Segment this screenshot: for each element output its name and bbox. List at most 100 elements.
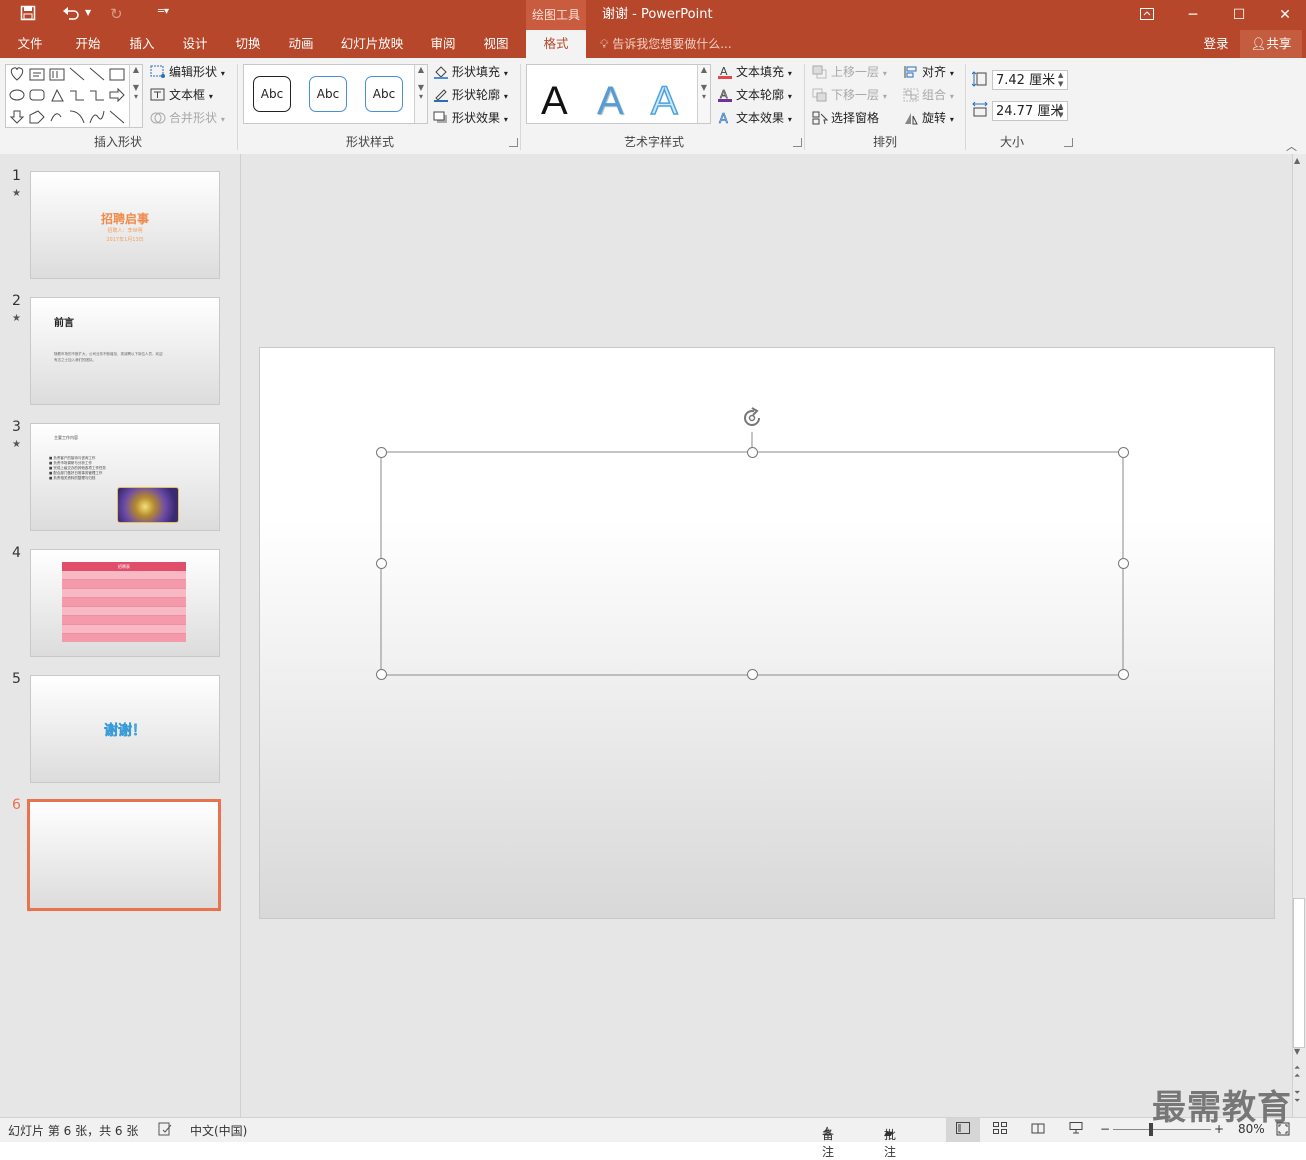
collapse-ribbon-icon[interactable]: ︿ xyxy=(1286,138,1297,154)
thumb-bullet-text: 负责市场调研与分析工作 xyxy=(53,461,92,465)
send-backward-button[interactable]: 下移一层 ▾ xyxy=(812,85,887,105)
spell-check-icon[interactable] xyxy=(158,1122,172,1139)
scroll-down-icon[interactable]: ▼ xyxy=(1294,1047,1300,1056)
align-button[interactable]: 对齐 ▾ xyxy=(903,62,954,82)
slide-thumbnail-6[interactable] xyxy=(27,799,221,911)
resize-handle-bottom[interactable] xyxy=(747,669,758,680)
tab-view[interactable]: 视图 xyxy=(474,30,518,58)
resize-handle-bottom-left[interactable] xyxy=(376,669,387,680)
reading-view-icon[interactable] xyxy=(1031,1122,1045,1137)
wordart-preset-1[interactable]: A xyxy=(541,79,568,123)
bring-forward-button[interactable]: 上移一层 ▾ xyxy=(812,62,887,82)
rotate-button[interactable]: 旋转 ▾ xyxy=(903,108,954,128)
selected-shape-outline[interactable] xyxy=(260,348,1274,918)
next-slide-icon[interactable]: ⏷ ⏷ xyxy=(1294,1089,1300,1105)
tab-format[interactable]: 格式 xyxy=(526,30,586,58)
redo-icon[interactable]: ↻ xyxy=(110,5,123,23)
rotate-handle-icon[interactable] xyxy=(740,406,764,430)
thumb-table-row xyxy=(62,589,186,598)
save-icon[interactable] xyxy=(20,5,36,25)
resize-handle-right[interactable] xyxy=(1118,558,1129,569)
language-status[interactable]: 中文(中国) xyxy=(190,1122,247,1139)
resize-handle-bottom-right[interactable] xyxy=(1118,669,1129,680)
slide-thumbnail-2[interactable]: 前言 随着市场的不断扩大，公司业务不断增加，现诚聘以下岗位人员，欢迎有志之士加入… xyxy=(30,297,220,405)
tab-file[interactable]: 文件 xyxy=(8,30,52,58)
bring-forward-label: 上移一层 xyxy=(831,65,880,79)
slide-thumbnail-4[interactable]: 招聘表 xyxy=(30,549,220,657)
slide-thumbnail-3[interactable]: 主要工作内容 ■ 负责客户的接待与咨询工作 ■ 负责市场调研与分析工作 ■ 完成… xyxy=(30,423,220,531)
resize-handle-left[interactable] xyxy=(376,558,387,569)
minimize-icon[interactable]: ─ xyxy=(1170,0,1216,30)
shape-styles-gallery[interactable]: Abc Abc Abc ▲ ▼ ▾ xyxy=(243,64,428,124)
shapes-gallery-scroll[interactable]: ▲ ▼ ▾ xyxy=(129,65,142,127)
shape-width-input[interactable]: 24.77 厘米 xyxy=(992,101,1068,121)
slide-thumbnail-5[interactable]: 谢谢！ xyxy=(30,675,220,783)
size-launcher-icon[interactable] xyxy=(1064,138,1073,147)
vertical-scroll-thumb[interactable] xyxy=(1293,898,1305,1048)
text-box-button[interactable]: 文本框 ▾ xyxy=(150,85,213,105)
previous-slide-icon[interactable]: ⏶ ⏶ xyxy=(1294,1064,1300,1080)
shape-style-preset-1[interactable]: Abc xyxy=(253,76,291,112)
thumb-table-title: 招聘表 xyxy=(62,562,186,571)
shape-height-spinner-icon[interactable]: ▲ ▼ xyxy=(1058,71,1063,89)
slide-sorter-icon[interactable] xyxy=(993,1122,1007,1137)
selection-pane-button[interactable]: 选择窗格 xyxy=(812,108,879,128)
shape-height-input[interactable]: 7.42 厘米 xyxy=(992,70,1068,90)
shape-outline-button[interactable]: 形状轮廓 ▾ xyxy=(433,85,508,105)
tab-design[interactable]: 设计 xyxy=(173,30,217,58)
shape-styles-launcher-icon[interactable] xyxy=(509,138,518,147)
pencil-icon xyxy=(433,88,449,102)
wordart-preset-2[interactable]: A xyxy=(597,79,624,123)
tab-animations[interactable]: 动画 xyxy=(279,30,323,58)
shape-fill-button[interactable]: 形状填充 ▾ xyxy=(433,62,508,82)
tab-slideshow[interactable]: 幻灯片放映 xyxy=(336,30,408,58)
shape-effects-button[interactable]: 形状效果 ▾ xyxy=(433,108,508,128)
scroll-up-icon[interactable]: ▲ xyxy=(1294,156,1300,165)
thumb-body: 随着市场的不断扩大，公司业务不断增加，现诚聘以下岗位人员，欢迎有志之士加入我们的… xyxy=(54,352,163,362)
merge-shapes-button[interactable]: 合并形状 ▾ xyxy=(150,108,225,128)
edit-shape-button[interactable]: 编辑形状 ▾ xyxy=(150,62,225,82)
slide-number: 1 xyxy=(12,168,21,184)
shape-width-spinner-icon[interactable]: ▲ ▼ xyxy=(1058,102,1063,120)
shape-styles-scroll[interactable]: ▲ ▼ ▾ xyxy=(414,65,427,123)
text-fill-button[interactable]: A 文本填充 ▾ xyxy=(717,62,792,82)
tab-transitions[interactable]: 切换 xyxy=(226,30,270,58)
share-button[interactable]: 👤︎共享 xyxy=(1240,30,1302,58)
group-button[interactable]: 组合 ▾ xyxy=(903,85,954,105)
signin-link[interactable]: 登录 xyxy=(1196,30,1236,58)
undo-icon[interactable] xyxy=(62,5,80,25)
tab-insert[interactable]: 插入 xyxy=(120,30,164,58)
tab-home[interactable]: 开始 xyxy=(66,30,110,58)
selection-pane-label: 选择窗格 xyxy=(831,111,880,125)
undo-dropdown-icon[interactable]: ▼ xyxy=(85,8,91,17)
resize-handle-top-left[interactable] xyxy=(376,447,387,458)
shape-fill-label: 形状填充 xyxy=(452,65,501,79)
slide-thumbnail-1[interactable]: 招聘启事 招聘人：李世明 2017年1月13日 xyxy=(30,171,220,279)
shape-style-preset-3[interactable]: Abc xyxy=(365,76,403,112)
maximize-icon[interactable]: ☐ xyxy=(1216,0,1262,30)
shape-style-preset-2[interactable]: Abc xyxy=(309,76,347,112)
zoom-slider-track[interactable] xyxy=(1113,1129,1211,1130)
resize-handle-top[interactable] xyxy=(747,447,758,458)
shapes-gallery[interactable]: ▲ ▼ ▾ xyxy=(5,64,143,128)
slide-number: 6 xyxy=(12,797,21,813)
shape-outline-label: 形状轮廓 xyxy=(452,88,501,102)
resize-handle-top-right[interactable] xyxy=(1118,447,1129,458)
text-effects-label: 文本效果 xyxy=(736,111,785,125)
ribbon-display-icon[interactable] xyxy=(1124,0,1170,30)
wordart-styles-scroll[interactable]: ▲ ▼ ▾ xyxy=(697,65,710,123)
tab-review[interactable]: 审阅 xyxy=(421,30,465,58)
thumb-bullet-text: 完成上级交办的其他各项工作任务 xyxy=(53,466,106,470)
close-icon[interactable]: ✕ xyxy=(1262,0,1306,30)
text-effects-button[interactable]: A 文本效果 ▾ xyxy=(717,108,792,128)
wordart-styles-launcher-icon[interactable] xyxy=(793,138,802,147)
customize-qat-icon[interactable]: ═▾ xyxy=(158,6,169,17)
current-slide[interactable] xyxy=(259,347,1275,919)
person-icon: 👤︎ xyxy=(1250,36,1267,51)
wordart-styles-gallery[interactable]: A A A ▲ ▼ ▾ xyxy=(526,64,711,124)
text-outline-button[interactable]: A 文本轮廓 ▾ xyxy=(717,85,792,105)
slideshow-icon[interactable] xyxy=(1069,1122,1083,1137)
tell-me-box[interactable]: 💡︎ 告诉我您想要做什么... xyxy=(600,30,732,58)
zoom-out-icon[interactable]: − xyxy=(1100,1122,1110,1136)
wordart-preset-3[interactable]: A xyxy=(650,78,678,124)
